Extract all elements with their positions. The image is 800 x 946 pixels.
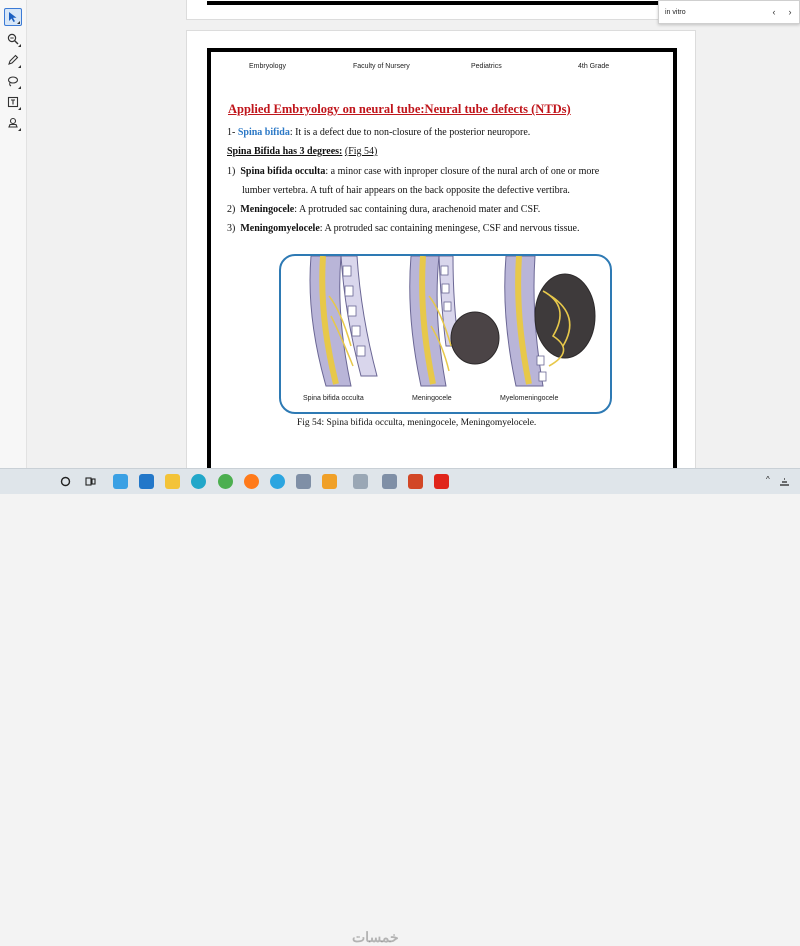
task-view-icon[interactable]: [85, 476, 96, 487]
degrees-title-line: Spina Bifida has 3 degrees: (Fig 54): [227, 146, 377, 157]
watermark: خمسات: [352, 929, 399, 945]
find-previous-button[interactable]: ‹: [767, 5, 781, 19]
edge-browser-icon[interactable]: [191, 474, 206, 489]
degree-item-1: 1) Spina bifida occulta: a minor case wi…: [227, 166, 599, 177]
document-page: Embryology Faculty of Nursery Pediatrics…: [186, 30, 696, 478]
spina-bifida-definition: 1- Spina bifida: It is a defect due to n…: [227, 127, 530, 138]
degree-item-3: 3) Meningomyelocele: A protruded sac con…: [227, 223, 579, 234]
meningocele-illustration: [409, 256, 500, 387]
annotation-toolbar: [0, 0, 27, 468]
figure-label-myelomeningocele: Myelomeningocele: [500, 395, 559, 402]
telegram-app-icon[interactable]: [270, 474, 285, 489]
stamp-tool-button[interactable]: [4, 114, 22, 132]
previous-page: [186, 0, 696, 20]
lasso-tool-button[interactable]: [4, 72, 22, 90]
degree-item-2: 2) Meningocele: A protruded sac containi…: [227, 204, 540, 215]
chrome-browser-icon[interactable]: [218, 474, 233, 489]
spinal-illustration: [309, 256, 596, 387]
network-icon[interactable]: [779, 476, 790, 487]
neural-tube-figure: Spina bifida occulta Meningocele Myelome…: [279, 254, 612, 414]
spina-bifida-term: Spina bifida: [237, 127, 290, 138]
app-icon[interactable]: [296, 474, 311, 489]
header-grade: 4th Grade: [578, 63, 610, 70]
degree-number: 1): [227, 166, 236, 177]
section-heading: Applied Embryology on neural tube:Neural…: [228, 102, 571, 116]
degree-item-1-continued: lumber vertebra. A tuft of hair appears …: [242, 185, 570, 196]
store-app-icon[interactable]: [113, 474, 128, 489]
degree-number: 2): [227, 204, 236, 215]
firefox-browser-icon[interactable]: [244, 474, 259, 489]
pdf-reader-icon[interactable]: [434, 474, 449, 489]
app-icon-2[interactable]: [322, 474, 337, 489]
degree-text: : a minor case with inproper closure of …: [325, 166, 600, 177]
degree-term: Meningomyelocele: [240, 223, 320, 234]
app-icon-3[interactable]: [353, 474, 368, 489]
figure-label-meningocele: Meningocele: [412, 395, 452, 402]
text-box-tool-button[interactable]: [4, 93, 22, 111]
header-department: Pediatrics: [471, 63, 502, 70]
file-explorer-icon[interactable]: [165, 474, 180, 489]
figure-caption: Fig 54: Spina bifida occulta, meningocel…: [297, 418, 537, 428]
find-next-button[interactable]: ›: [783, 5, 797, 19]
degree-term: Spina bifida occulta: [240, 166, 326, 177]
header-faculty: Faculty of Nursery: [353, 63, 410, 70]
spina-bifida-text: : It is a defect due to non-closure of t…: [289, 127, 531, 138]
figure-label-occulta: Spina bifida occulta: [303, 395, 364, 402]
spina-bifida-occulta-illustration: [309, 256, 378, 387]
find-bar: in vitro ‹ ›: [658, 0, 800, 24]
header-subject: Embryology: [249, 63, 286, 70]
document-canvas[interactable]: Embryology Faculty of Nursery Pediatrics…: [27, 0, 800, 478]
degrees-title: Spina Bifida has 3 degrees:: [227, 146, 343, 157]
taskbar: خمسات ^: [0, 468, 800, 945]
item-number: 1-: [227, 127, 236, 138]
app-icon-4[interactable]: [382, 474, 397, 489]
degree-text: : A protruded sac containing meningese, …: [319, 223, 580, 234]
page-border: Embryology Faculty of Nursery Pediatrics…: [207, 48, 677, 478]
degree-number: 3): [227, 223, 236, 234]
zoom-tool-button[interactable]: [4, 30, 22, 48]
degree-text: : A protruded sac containing dura, arach…: [294, 204, 541, 215]
find-input[interactable]: in vitro: [665, 6, 755, 19]
degree-term: Meningocele: [240, 204, 295, 215]
powerpoint-icon[interactable]: [408, 474, 423, 489]
page-frame-bottom: [207, 1, 675, 5]
search-icon[interactable]: [60, 476, 71, 487]
myelomeningocele-illustration: [504, 256, 596, 387]
select-tool-button[interactable]: [4, 8, 22, 26]
degrees-figure-ref: (Fig 54): [344, 146, 378, 157]
mail-app-icon[interactable]: [139, 474, 154, 489]
chevron-up-icon[interactable]: ^: [766, 475, 770, 484]
pen-tool-button[interactable]: [4, 51, 22, 69]
